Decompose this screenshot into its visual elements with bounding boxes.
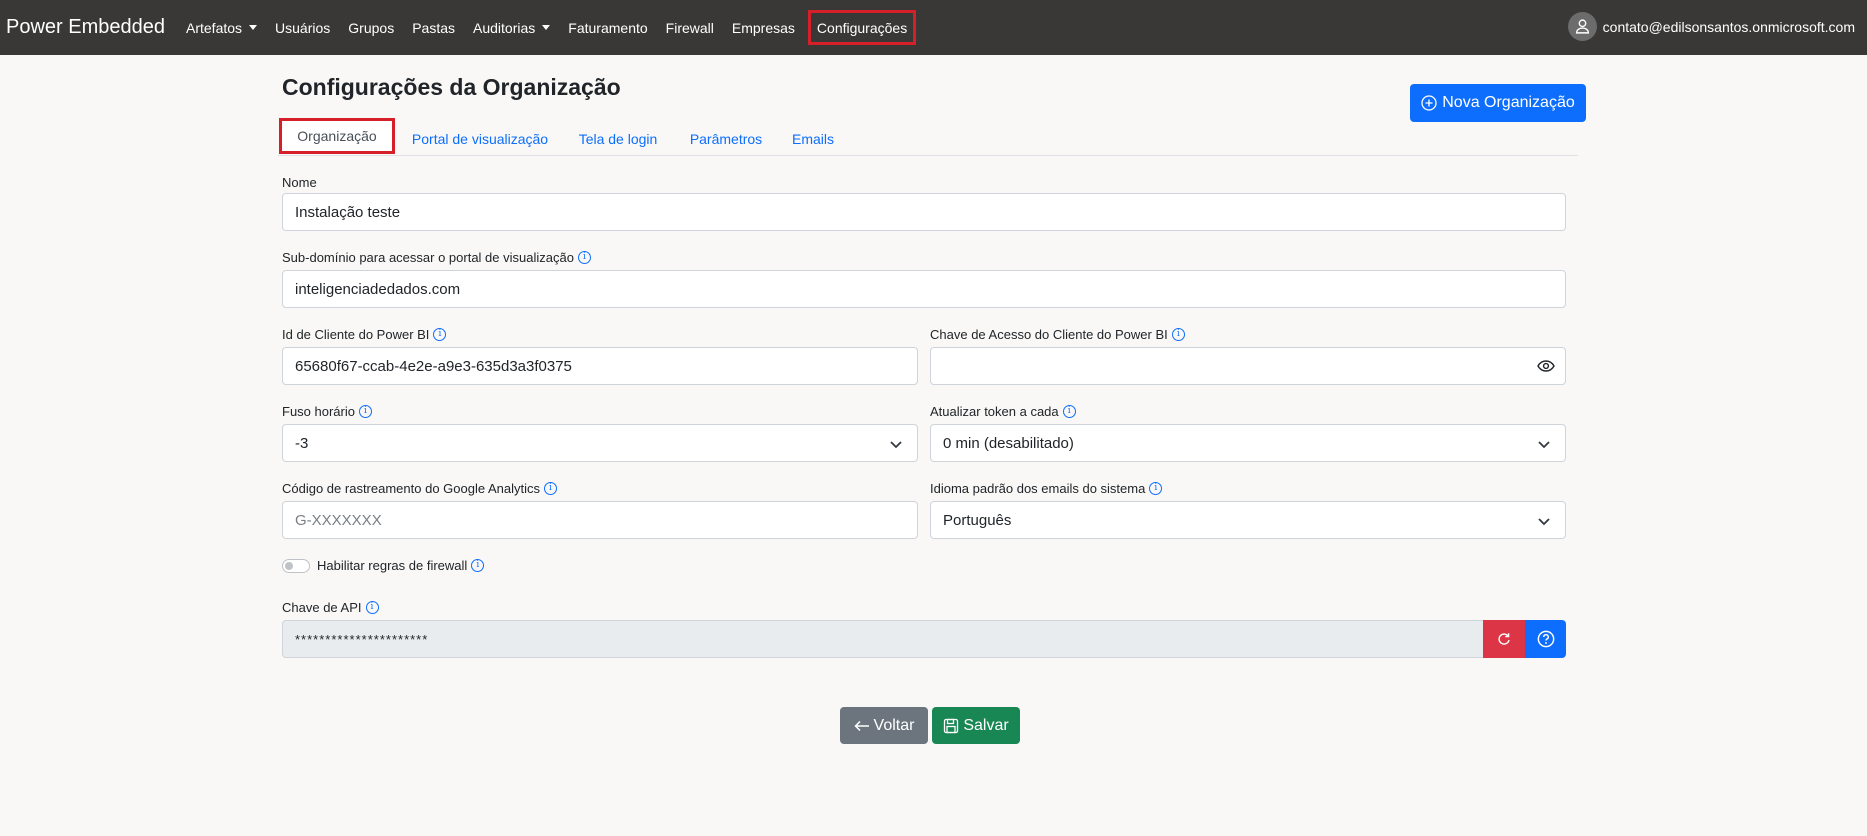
nav-menu: Artefatos Usuários Grupos Pastas Auditor… bbox=[177, 0, 917, 55]
email-language-select[interactable]: Português bbox=[930, 501, 1566, 539]
api-key-input: ********************** bbox=[282, 620, 1484, 658]
tab-tela-login[interactable]: Tela de login bbox=[569, 121, 667, 156]
page-title: Configurações da Organização bbox=[282, 74, 621, 100]
chevron-down-icon bbox=[1538, 441, 1550, 449]
api-key-label-text: Chave de API bbox=[282, 600, 362, 615]
regenerate-api-key-button[interactable] bbox=[1483, 620, 1525, 658]
api-key-label: Chave de API i bbox=[282, 600, 379, 615]
nav-item-artefatos[interactable]: Artefatos bbox=[177, 13, 266, 43]
name-label: Nome bbox=[282, 175, 317, 190]
back-label: Voltar bbox=[873, 716, 915, 734]
api-key-help-button[interactable] bbox=[1525, 620, 1566, 658]
avatar bbox=[1567, 12, 1597, 41]
firewall-label-text: Habilitar regras de firewall bbox=[317, 558, 468, 573]
ga-code-label: Código de rastreamento do Google Analyti… bbox=[282, 481, 557, 496]
timezone-label-text: Fuso horário bbox=[282, 404, 355, 419]
subdomain-label-text: Sub-domínio para acessar o portal de vis… bbox=[282, 250, 574, 265]
arrow-left-icon bbox=[853, 720, 869, 731]
nav-item-usuarios[interactable]: Usuários bbox=[266, 13, 339, 43]
info-icon[interactable]: i bbox=[471, 559, 485, 572]
new-organization-button[interactable]: Nova Organização bbox=[1410, 84, 1586, 122]
nav-item-firewall[interactable]: Firewall bbox=[657, 13, 723, 43]
user-menu[interactable]: contato@edilsonsantos.onmicrosoft.com bbox=[1567, 12, 1855, 41]
timezone-label: Fuso horário i bbox=[282, 404, 372, 419]
nav-item-label: Faturamento bbox=[568, 19, 648, 36]
token-refresh-select[interactable]: 0 min (desabilitado) bbox=[930, 424, 1566, 462]
info-icon[interactable]: i bbox=[544, 482, 557, 495]
info-icon[interactable]: i bbox=[365, 601, 379, 614]
nav-item-label: Usuários bbox=[275, 19, 331, 36]
chevron-down-icon bbox=[1538, 518, 1550, 526]
new-organization-label: Nova Organização bbox=[1442, 94, 1575, 111]
nav-item-grupos[interactable]: Grupos bbox=[339, 13, 403, 43]
name-input[interactable]: Instalação teste bbox=[282, 193, 1566, 231]
nav-item-label: Pastas bbox=[412, 19, 456, 36]
nav-item-label: Grupos bbox=[348, 19, 395, 36]
client-id-label-text: Id de Cliente do Power BI bbox=[282, 327, 430, 342]
timezone-select[interactable]: -3 bbox=[282, 424, 918, 462]
save-label: Salvar bbox=[963, 716, 1009, 734]
info-icon[interactable]: i bbox=[1062, 405, 1076, 418]
caret-down-icon bbox=[542, 25, 551, 30]
subdomain-input[interactable]: inteligenciadedados.com bbox=[282, 270, 1566, 308]
name-label-text: Nome bbox=[282, 175, 317, 190]
nav-item-configuracoes[interactable]: Configurações bbox=[807, 10, 917, 45]
question-circle-icon bbox=[1537, 630, 1554, 648]
nav-item-label: Auditorias bbox=[473, 19, 536, 36]
token-refresh-value: 0 min (desabilitado) bbox=[943, 434, 1074, 452]
nav-item-faturamento[interactable]: Faturamento bbox=[559, 13, 656, 43]
chevron-down-icon bbox=[890, 441, 902, 449]
email-language-value: Português bbox=[943, 511, 1012, 529]
nav-item-auditorias[interactable]: Auditorias bbox=[464, 13, 559, 43]
firewall-toggle[interactable] bbox=[282, 559, 310, 573]
tab-organizacao[interactable]: Organização bbox=[279, 118, 395, 154]
ga-code-label-text: Código de rastreamento do Google Analyti… bbox=[282, 481, 540, 496]
info-icon[interactable]: i bbox=[1149, 482, 1163, 495]
info-icon[interactable]: i bbox=[433, 328, 447, 341]
settings-tabs: Organização Portal de visualização Tela … bbox=[278, 118, 1578, 156]
tab-portal-visualizacao[interactable]: Portal de visualização bbox=[407, 121, 553, 156]
nav-item-label: Empresas bbox=[731, 19, 795, 36]
back-button[interactable]: Voltar bbox=[840, 707, 928, 744]
email-language-label: Idioma padrão dos emails do sistema i bbox=[930, 481, 1163, 496]
ga-code-input[interactable]: G-XXXXXXX bbox=[282, 501, 918, 539]
tab-emails[interactable]: Emails bbox=[785, 121, 841, 156]
client-id-input[interactable]: 65680f67-ccab-4e2e-a9e3-635d3a3f0375 bbox=[282, 347, 918, 385]
plus-circle-icon bbox=[1421, 95, 1437, 111]
info-icon[interactable]: i bbox=[1171, 328, 1185, 341]
refresh-icon bbox=[1498, 633, 1510, 645]
nav-item-label: Configurações bbox=[816, 19, 908, 36]
timezone-value: -3 bbox=[295, 434, 309, 452]
save-button[interactable]: Salvar bbox=[932, 707, 1020, 744]
nav-item-label: Artefatos bbox=[186, 19, 243, 36]
client-id-label: Id de Cliente do Power BI i bbox=[282, 327, 447, 342]
top-navbar: Power Embedded Artefatos Usuários Grupos… bbox=[0, 0, 1867, 55]
client-secret-label-text: Chave de Acesso do Cliente do Power BI bbox=[930, 327, 1168, 342]
eye-icon[interactable] bbox=[1537, 359, 1555, 373]
subdomain-label: Sub-domínio para acessar o portal de vis… bbox=[282, 250, 591, 265]
nav-item-pastas[interactable]: Pastas bbox=[403, 13, 464, 43]
caret-down-icon bbox=[249, 25, 258, 30]
firewall-label: Habilitar regras de firewall i bbox=[317, 558, 485, 573]
tab-parametros[interactable]: Parâmetros bbox=[683, 121, 769, 156]
nav-item-empresas[interactable]: Empresas bbox=[723, 13, 804, 43]
user-email: contato@edilsonsantos.onmicrosoft.com bbox=[1602, 18, 1855, 35]
client-secret-label: Chave de Acesso do Cliente do Power BI i bbox=[930, 327, 1185, 342]
client-secret-input[interactable] bbox=[930, 347, 1566, 385]
info-icon[interactable]: i bbox=[358, 405, 372, 418]
token-refresh-label: Atualizar token a cada i bbox=[930, 404, 1076, 419]
nav-item-label: Firewall bbox=[665, 19, 714, 36]
floppy-disk-icon bbox=[944, 718, 959, 733]
brand-logo[interactable]: Power Embedded bbox=[6, 16, 165, 39]
info-icon[interactable]: i bbox=[577, 251, 591, 264]
token-refresh-label-text: Atualizar token a cada bbox=[930, 404, 1059, 419]
email-language-label-text: Idioma padrão dos emails do sistema bbox=[930, 481, 1146, 496]
person-icon bbox=[1575, 19, 1589, 34]
